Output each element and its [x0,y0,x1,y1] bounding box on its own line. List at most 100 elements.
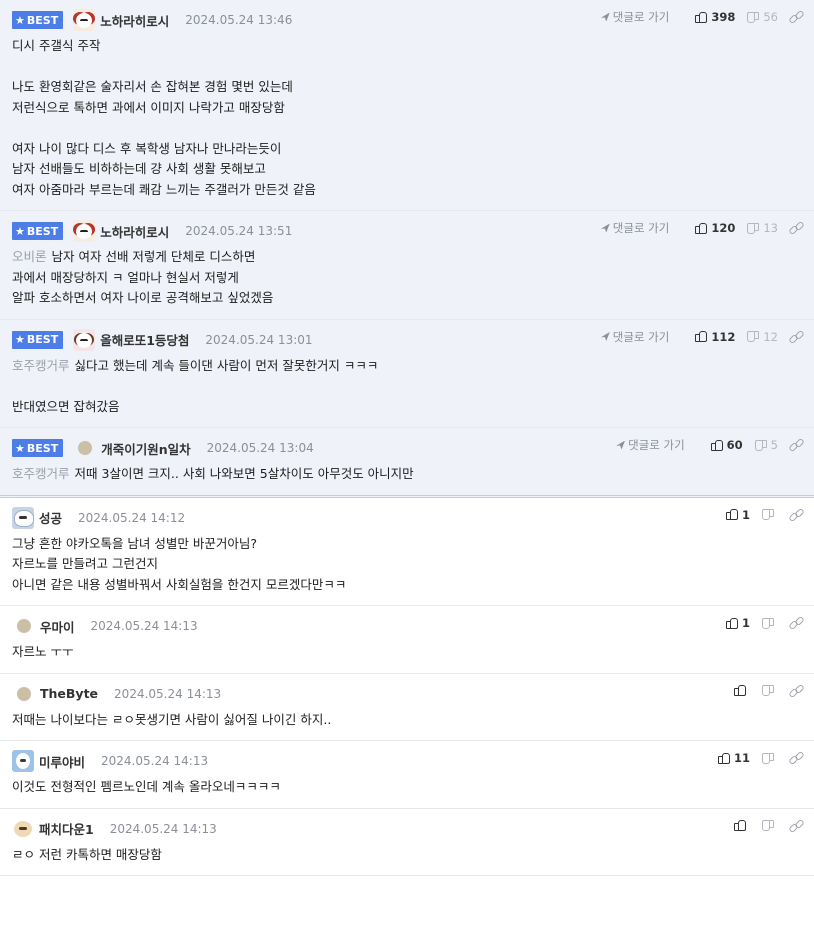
comment-header: 패치다운1 2024.05.24 14:13 [12,817,802,840]
nickname[interactable]: 성공 [39,508,62,527]
thumbs-down-icon [755,440,767,451]
upvote-button[interactable]: 1 [725,616,750,630]
avatar[interactable] [78,441,93,455]
comment-line: 과에서 매장당하지 ㅋ 얼마나 현실서 저렇게 [12,269,239,285]
comment-body: 자르노 ㅜㅜ [12,642,802,663]
reply-target-nick[interactable]: 호주캥거루 [12,358,70,373]
comment-line: 그냥 흔한 야카오톡을 남녀 성별만 바꾼거아님? [12,535,258,551]
thumbs-up-icon [710,439,723,451]
downvote-button[interactable] [762,509,778,520]
best-comment: ★ BEST 개죽이기원n일차 2024.05.24 13:04 댓글로 가기 60 5 호주… [0,428,814,498]
link-icon[interactable] [790,331,802,343]
upvote-count: 1 [741,507,750,522]
best-comment: ★ BEST 노하라히로시 2024.05.24 13:51 댓글로 가기 120 13 오비… [0,211,814,320]
comment-line: 호주캥거루 저때 3살이면 크지.. 사회 나와보면 5살차이도 아무것도 아니지… [12,466,414,481]
best-label: BEST [26,333,59,346]
nickname[interactable]: 노하라히로시 [100,11,169,30]
comment-body: 디시 주갤식 주작 나도 환영회같은 술자리서 손 잡혀본 경험 몇번 있는데 저런… [12,36,802,200]
upvote-button[interactable]: 11 [717,751,750,765]
comment-line: 남자 선배들도 비하하는데 걍 사회 생활 못해보고 [12,161,266,176]
nickname[interactable]: 패치다운1 [39,819,94,838]
downvote-button[interactable] [762,618,778,629]
thumbs-down-icon [747,223,759,234]
thumbs-up-icon [695,222,708,234]
avatar[interactable] [73,9,96,31]
avatar[interactable] [17,619,31,633]
reply-link-label: 댓글로 가기 [628,438,685,452]
nickname[interactable]: 미루야비 [39,752,85,771]
reply-target-nick[interactable]: 호주캥거루 [12,466,70,481]
thumbs-down-icon [762,685,774,696]
go-to-reply-link[interactable]: 댓글로 가기 [601,9,670,25]
best-badge: ★ BEST [12,439,64,457]
upvote-count: 112 [711,329,736,344]
avatar[interactable] [73,220,96,242]
thumbs-down-icon [762,618,774,629]
avatar[interactable] [12,506,34,529]
link-icon[interactable] [790,222,802,234]
downvote-button[interactable]: 56 [747,10,778,24]
go-to-reply-link[interactable]: 댓글로 가기 [616,437,685,453]
upvote-button[interactable] [734,685,750,696]
link-icon[interactable] [790,752,802,764]
upvote-button[interactable]: 60 [710,438,743,452]
downvote-button[interactable] [762,685,778,696]
go-to-reply-link[interactable]: 댓글로 가기 [601,329,670,345]
best-label: BEST [26,224,59,238]
link-icon[interactable] [790,820,802,832]
downvote-count: 5 [770,438,778,452]
comment: 우마이 2024.05.24 14:13 1 자르노 ㅜㅜ [0,606,814,674]
nickname[interactable]: 우마이 [40,617,75,636]
avatar[interactable] [12,750,34,772]
avatar[interactable] [17,686,31,701]
avatar[interactable] [12,817,34,840]
upvote-count: 398 [711,10,736,24]
comment-line: 자르노 ㅜㅜ [12,644,74,659]
upvote-button[interactable]: 120 [695,221,735,235]
upvote-button[interactable]: 398 [695,10,735,24]
comment-actions: 댓글로 가기 398 56 [601,8,802,26]
nickname[interactable]: TheByte [40,686,98,701]
comment: 미루야비 2024.05.24 14:13 11 이것도 전형적인 펨르노인데 계속 … [0,741,814,809]
thumbs-down-icon [762,509,774,520]
upvote-count: 11 [733,751,750,765]
thumbs-up-icon [734,820,746,831]
downvote-button[interactable]: 5 [755,438,778,452]
go-to-reply-link[interactable]: 댓글로 가기 [601,220,670,236]
comment-date: 2024.05.24 14:13 [90,619,198,633]
comment-actions: 댓글로 가기 120 13 [601,219,802,237]
downvote-button[interactable]: 13 [747,221,778,235]
thumbs-down-icon [747,331,759,342]
link-icon[interactable] [790,11,802,23]
link-icon[interactable] [790,685,802,697]
nickname[interactable]: 개죽이기원n일차 [101,439,190,458]
thumbs-down-icon [762,820,774,831]
reply-target-nick[interactable]: 오비론 [12,249,47,264]
comment: TheByte 2024.05.24 14:13 저때는 나이보다는 ㄹㅇ못생기면 … [0,674,814,741]
downvote-button[interactable] [762,753,778,764]
link-icon[interactable] [790,617,802,629]
star-icon: ★ [15,441,25,455]
upvote-button[interactable]: 112 [695,330,735,344]
upvote-button[interactable]: 1 [725,507,750,522]
downvote-button[interactable] [762,820,778,831]
nickname[interactable]: 올해로또1등당첨 [100,330,189,349]
thumbs-up-icon [695,11,708,23]
thumbs-down-icon [747,12,759,23]
comment-actions [722,817,802,835]
comment-header: TheByte 2024.05.24 14:13 [12,683,802,705]
thumbs-up-icon [734,685,746,696]
downvote-button[interactable]: 12 [747,330,778,344]
link-icon[interactable] [790,509,802,521]
avatar[interactable] [73,328,96,351]
comment-body: 이것도 전형적인 펨르노인데 계속 올라오네ㅋㅋㅋㅋ [12,777,802,798]
nickname[interactable]: 노하라히로시 [100,222,169,241]
comment-line: 이것도 전형적인 펨르노인데 계속 올라오네ㅋㅋㅋㅋ [12,779,281,794]
star-icon: ★ [15,13,25,27]
best-badge: ★ BEST [12,11,64,29]
thumbs-up-icon [725,617,738,629]
downvote-count: 13 [763,221,778,235]
comment-body: ㄹㅇ 저런 카톡하면 매장당함 [12,845,802,866]
upvote-button[interactable] [734,820,750,831]
link-icon[interactable] [790,439,802,451]
